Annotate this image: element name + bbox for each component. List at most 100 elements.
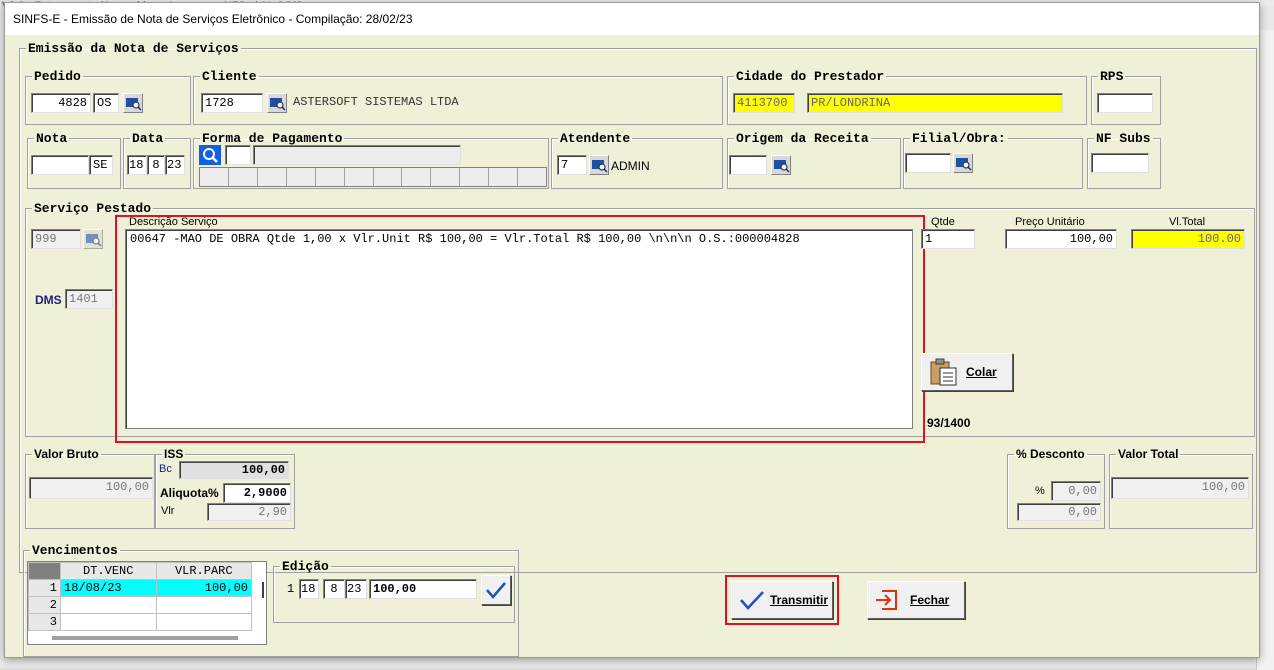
- desconto-valor-input[interactable]: 0,00: [1017, 503, 1101, 521]
- origem-legend: Origem da Receita: [736, 131, 869, 146]
- descricao-servico-textarea[interactable]: 00647 -MAO DE OBRA Qtde 1,00 x Vlr.Unit …: [125, 229, 913, 429]
- forma-pagamento-descricao: [253, 145, 461, 165]
- dms-input[interactable]: 1401: [65, 289, 113, 309]
- forma-pagamento-parcelas: [199, 167, 547, 187]
- rps-input[interactable]: [1097, 93, 1153, 113]
- vencimentos-table[interactable]: DT.VENC VLR.PARC 1 18/08/23 100,00 2 3: [27, 561, 267, 645]
- desconto-pct-input[interactable]: 0,00: [1051, 481, 1101, 501]
- qtde-label: Qtde: [931, 216, 955, 228]
- descricao-servico-label: Descrição Serviço: [129, 216, 218, 228]
- edicao-numero: 1: [287, 582, 295, 596]
- table-row[interactable]: 3: [28, 613, 252, 631]
- search-icon: [126, 98, 142, 111]
- edicao-mes-input[interactable]: 8: [323, 579, 345, 599]
- cliente-nome: ASTERSOFT SISTEMAS LTDA: [293, 95, 459, 109]
- data-legend: Data: [132, 131, 164, 146]
- atendente-legend: Atendente: [560, 131, 631, 146]
- exit-icon: [876, 590, 897, 610]
- table-row[interactable]: 1 18/08/23 100,00: [28, 579, 252, 597]
- cidade-nome-input[interactable]: PR/LONDRINA: [807, 93, 1063, 113]
- valor-total-input: 100,00: [1111, 477, 1249, 499]
- transmitir-button[interactable]: Transmitir: [731, 581, 833, 619]
- filial-search-button[interactable]: [953, 153, 973, 173]
- desconto-pct-label: %: [1035, 485, 1045, 497]
- servico-codigo-input[interactable]: 999: [31, 229, 81, 249]
- fechar-button[interactable]: Fechar: [867, 581, 965, 619]
- edicao-ano-input[interactable]: 23: [345, 579, 367, 599]
- filial-input[interactable]: [905, 153, 951, 173]
- cliente-codigo-input[interactable]: 1728: [201, 93, 263, 113]
- preco-unitario-label: Preço Unitário: [1015, 216, 1085, 228]
- row-number: 3: [28, 613, 61, 631]
- aliquota-input[interactable]: 2,9000: [223, 483, 291, 503]
- edicao-confirm-button[interactable]: [481, 575, 511, 605]
- pedido-numero-input[interactable]: 4828: [31, 93, 91, 113]
- cliente-search-button[interactable]: [267, 93, 287, 113]
- edicao-legend: Edição: [282, 559, 329, 574]
- nota-serie-input[interactable]: SE: [89, 155, 113, 175]
- atendente-nome: ADMIN: [611, 159, 650, 173]
- rps-legend: RPS: [1100, 69, 1124, 84]
- servico-search-button[interactable]: [83, 229, 103, 249]
- vlr-input: 2,90: [207, 503, 291, 521]
- data-dia-input[interactable]: 18: [127, 155, 147, 175]
- vl-total-label: Vl.Total: [1169, 216, 1206, 228]
- search-icon: [86, 234, 102, 247]
- edicao-dia-input[interactable]: 18: [299, 579, 319, 599]
- pedido-search-button[interactable]: [123, 93, 143, 113]
- vlr-parc-cell[interactable]: 100,00: [155, 579, 252, 597]
- vl-total-input[interactable]: 100.00: [1131, 229, 1245, 249]
- origem-search-button[interactable]: [771, 155, 791, 175]
- colar-button[interactable]: Colar: [921, 353, 1013, 391]
- forma-pagamento-search-button[interactable]: [199, 145, 221, 165]
- clipboard-icon: [930, 358, 957, 386]
- valor-total-legend: Valor Total: [1118, 447, 1179, 461]
- search-icon: [774, 160, 790, 173]
- vencimentos-legend: Vencimentos: [32, 543, 118, 558]
- dt-venc-cell[interactable]: [60, 596, 157, 614]
- data-mes-input[interactable]: 8: [147, 155, 165, 175]
- col-header-dtvenc: DT.VENC: [60, 562, 157, 580]
- dms-label: DMS: [35, 293, 62, 307]
- servico-legend: Serviço Pestado: [34, 201, 152, 216]
- atendente-codigo-input[interactable]: 7: [557, 155, 587, 175]
- aliquota-label: Aliquota%: [160, 486, 219, 500]
- edicao-valor-input[interactable]: 100,00: [369, 579, 477, 599]
- filial-legend: Filial/Obra:: [912, 131, 1006, 146]
- qtde-input[interactable]: 1: [921, 229, 975, 249]
- cidade-legend: Cidade do Prestador: [736, 69, 885, 84]
- search-icon: [270, 98, 286, 111]
- vlr-parc-cell[interactable]: [155, 596, 252, 614]
- emissao-legend: Emissão da Nota de Serviços: [28, 41, 239, 56]
- forma-pagamento-codigo-input[interactable]: [225, 145, 251, 165]
- table-row[interactable]: 2: [28, 596, 252, 614]
- search-icon: [592, 160, 608, 173]
- row-header-corner: [28, 562, 61, 580]
- check-icon: [740, 591, 764, 610]
- pedido-tipo-input[interactable]: OS: [93, 93, 119, 113]
- nota-legend: Nota: [36, 131, 68, 146]
- bc-input: 100,00: [179, 461, 289, 479]
- vlr-parc-cell[interactable]: [155, 613, 252, 631]
- origem-input[interactable]: [729, 155, 767, 175]
- colar-label: Colar: [966, 365, 997, 379]
- desconto-legend: % Desconto: [1016, 447, 1085, 461]
- pedido-legend: Pedido: [34, 69, 81, 84]
- nota-numero-input[interactable]: [31, 155, 89, 175]
- atendente-search-button[interactable]: [589, 155, 609, 175]
- preco-unitario-input[interactable]: 100,00: [1005, 229, 1117, 249]
- dt-venc-cell[interactable]: 18/08/23: [60, 579, 157, 597]
- vertical-scrollbar[interactable]: [262, 582, 264, 598]
- horizontal-scrollbar[interactable]: [52, 636, 238, 640]
- nf-subs-input[interactable]: [1091, 153, 1149, 173]
- dt-venc-cell[interactable]: [60, 613, 157, 631]
- iss-legend: ISS: [164, 447, 184, 461]
- cidade-codigo-input[interactable]: 4113700: [733, 93, 795, 113]
- row-number: 1: [28, 579, 61, 597]
- dialog-content: Emissão da Nota de Serviços Pedido 4828 …: [5, 35, 1259, 657]
- magnifier-icon: [203, 148, 218, 163]
- data-ano-input[interactable]: 23: [165, 155, 185, 175]
- valor-bruto-legend: Valor Bruto: [34, 447, 99, 461]
- caracteres-contador: 93/1400: [927, 416, 971, 430]
- vlr-label: Vlr: [161, 505, 175, 517]
